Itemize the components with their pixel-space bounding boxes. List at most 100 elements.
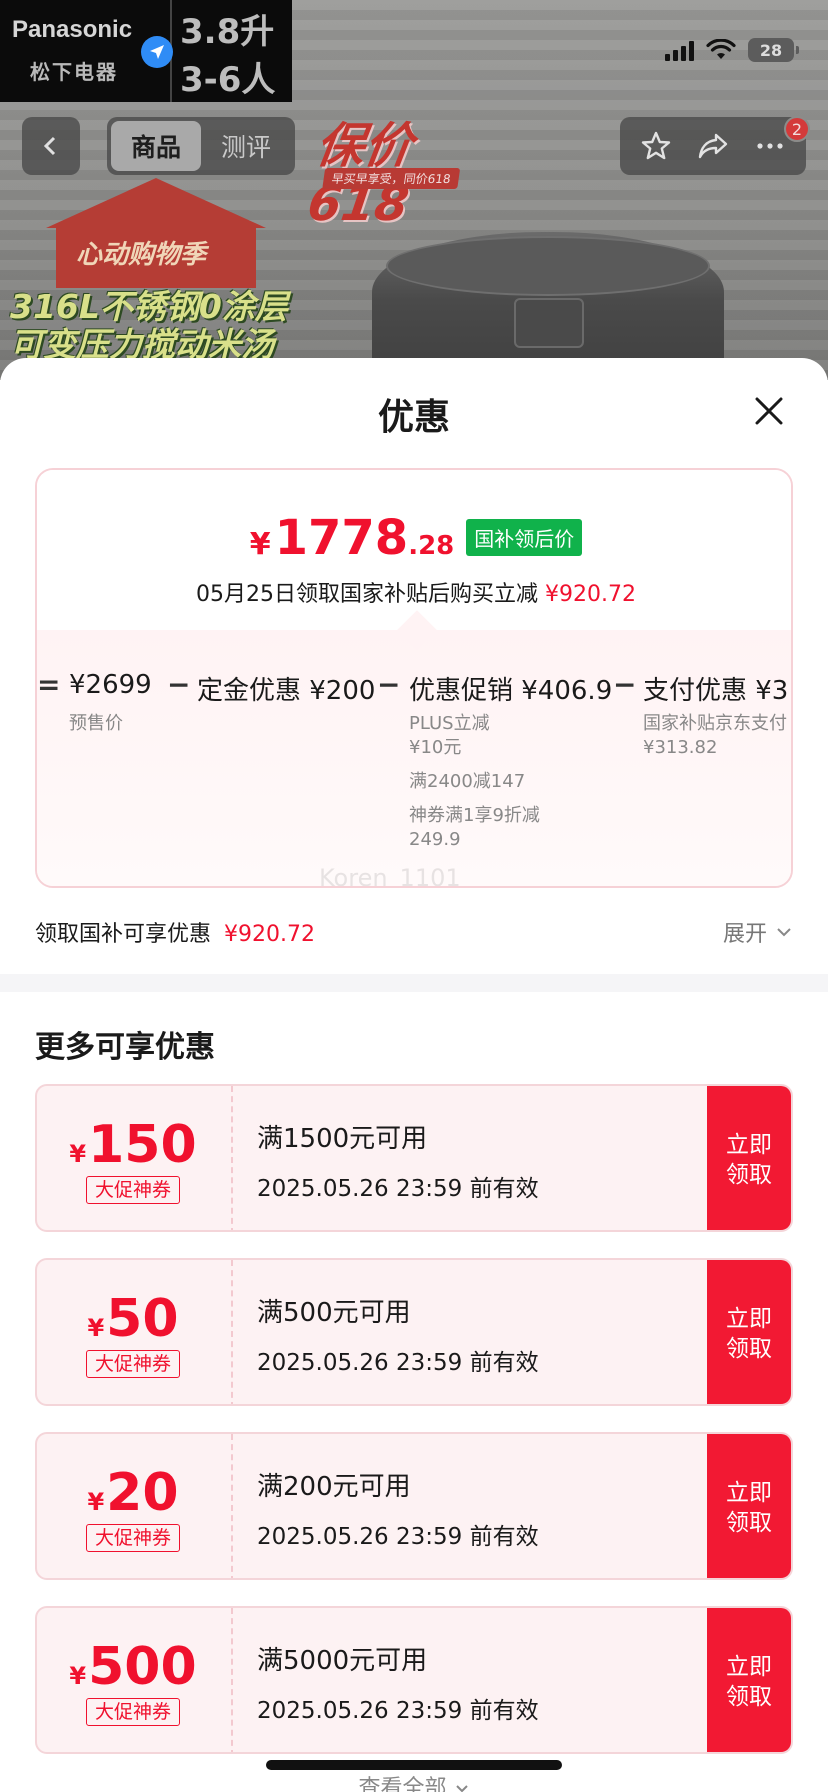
chevron-left-icon xyxy=(43,136,56,156)
back-button[interactable] xyxy=(22,117,80,175)
payment-detail: 国家补贴京东支付 xyxy=(643,713,787,734)
minus-sign: − xyxy=(613,668,637,701)
promotion-detail: 满2400减147 xyxy=(409,771,526,792)
promo-618-subtitle: 早买早享受，同价618 xyxy=(322,168,461,189)
coupon-currency: ¥ xyxy=(69,1140,87,1168)
section-separator xyxy=(0,974,828,992)
promo-618-logo: 保价618 早买早享受，同价618 xyxy=(292,104,512,232)
tab-review[interactable]: 测评 xyxy=(201,121,291,171)
coupon-divider xyxy=(231,1260,233,1404)
brand-name: Panasonic xyxy=(12,16,133,43)
promo-house-banner: 心动购物季 xyxy=(16,178,296,288)
promotion-detail: 神券满1享9折减 xyxy=(409,805,540,826)
watermark: Koren_1101 xyxy=(319,864,461,888)
product-tabs: 商品 测评 xyxy=(107,117,295,175)
coupon-condition: 满500元可用 xyxy=(257,1297,411,1328)
expand-button[interactable]: 展开 xyxy=(723,916,793,948)
coupon-divider xyxy=(231,1086,233,1230)
brand-cn-name: 松下电器 xyxy=(30,60,118,84)
coupon-divider xyxy=(231,1434,233,1578)
product-page-background: Panasonic 松下电器 3.8升 3-6人 28 商品 测评 保价618 … xyxy=(0,0,828,380)
final-price: ¥ 1778 .28 国补领后价 xyxy=(37,510,791,566)
coupon-type-tag: 大促神券 xyxy=(85,1350,180,1378)
coupon-details: 满5000元可用 2025.05.26 23:59 前有效 xyxy=(257,1608,539,1752)
coupon-type-tag: 大促神券 xyxy=(85,1176,180,1204)
capacity-label: 3.8升 xyxy=(180,12,275,52)
coupon-currency: ¥ xyxy=(87,1314,105,1342)
product-image-latch xyxy=(514,298,584,348)
coupon-card: ¥ 500 大促神券 满5000元可用 2025.05.26 23:59 前有效… xyxy=(35,1606,793,1754)
subsidy-note-amount: ¥920.72 xyxy=(545,582,636,607)
more-icon[interactable] xyxy=(753,129,787,163)
view-all-link[interactable]: 查看全部 xyxy=(0,1770,828,1792)
coupon-amount-value: 500 xyxy=(88,1637,197,1697)
claim-coupon-button[interactable]: 立即领取 xyxy=(707,1608,791,1752)
coupon-amount: ¥ 150 xyxy=(69,1116,196,1174)
people-label: 3-6人 xyxy=(180,60,276,100)
promotion-detail: 249.9 xyxy=(409,829,461,850)
coupon-card: ¥ 150 大促神券 满1500元可用 2025.05.26 23:59 前有效… xyxy=(35,1084,793,1232)
coupon-expiry: 2025.05.26 23:59 前有效 xyxy=(257,1349,539,1376)
tab-product[interactable]: 商品 xyxy=(111,121,201,171)
battery-indicator: 28 xyxy=(748,38,799,62)
coupon-amount-value: 20 xyxy=(106,1463,179,1523)
coupon-card: ¥ 20 大促神券 满200元可用 2025.05.26 23:59 前有效 立… xyxy=(35,1432,793,1580)
price-currency: ¥ xyxy=(249,527,271,562)
coupon-currency: ¥ xyxy=(69,1662,87,1690)
home-indicator[interactable] xyxy=(266,1760,562,1770)
equals-sign: = xyxy=(37,668,61,701)
subsidy-price-tag: 国补领后价 xyxy=(466,519,583,556)
view-all-label: 查看全部 xyxy=(358,1776,447,1792)
coupon-amount-value: 150 xyxy=(88,1115,197,1175)
coupon-currency: ¥ xyxy=(87,1488,105,1516)
status-bar-right: 28 xyxy=(665,38,799,62)
subsidy-total-row: 领取国补可享优惠 ¥920.72 展开 xyxy=(35,912,793,952)
coupon-expiry: 2025.05.26 23:59 前有效 xyxy=(257,1697,539,1724)
subsidy-total-label: 领取国补可享优惠 xyxy=(35,922,212,947)
coupon-value: ¥ 500 大促神券 xyxy=(37,1608,229,1752)
coupon-amount: ¥ 500 xyxy=(69,1638,196,1696)
minus-sign: − xyxy=(377,668,401,701)
coupon-details: 满200元可用 2025.05.26 23:59 前有效 xyxy=(257,1434,539,1578)
expand-label: 展开 xyxy=(722,922,767,947)
sheet-title: 优惠 xyxy=(377,397,450,438)
header-actions xyxy=(620,117,806,175)
coupon-expiry: 2025.05.26 23:59 前有效 xyxy=(257,1175,539,1202)
final-price-section: ¥ 1778 .28 国补领后价 05月25日领取国家补贴后购买立减 ¥920.… xyxy=(37,470,791,630)
house-banner-text: 心动购物季 xyxy=(76,240,207,270)
claim-coupon-button[interactable]: 立即领取 xyxy=(707,1434,791,1578)
deposit-discount: 定金优惠 ¥200 xyxy=(197,676,376,706)
claim-coupon-button[interactable]: 立即领取 xyxy=(707,1260,791,1404)
more-offers-title: 更多可享优惠 xyxy=(35,1030,215,1065)
coupon-details: 满1500元可用 2025.05.26 23:59 前有效 xyxy=(257,1086,539,1230)
cellular-signal-icon xyxy=(665,39,694,61)
chevron-down-icon xyxy=(455,1785,468,1792)
chevron-down-icon xyxy=(777,928,791,937)
message-count-badge: 2 xyxy=(784,116,810,142)
coupon-divider xyxy=(231,1608,233,1752)
coupon-expiry: 2025.05.26 23:59 前有效 xyxy=(257,1523,539,1550)
claim-coupon-button[interactable]: 立即领取 xyxy=(707,1086,791,1230)
price-integer: 1778 xyxy=(274,510,409,566)
presale-price: ¥2699 xyxy=(69,670,152,700)
coupon-type-tag: 大促神券 xyxy=(85,1698,180,1726)
star-icon[interactable] xyxy=(639,129,673,163)
price-breakdown-card: ¥ 1778 .28 国补领后价 05月25日领取国家补贴后购买立减 ¥920.… xyxy=(35,468,793,888)
coupon-amount: ¥ 50 xyxy=(87,1290,178,1348)
minus-sign: − xyxy=(167,668,191,701)
coupon-amount: ¥ 20 xyxy=(87,1464,178,1522)
coupon-amount-value: 50 xyxy=(106,1289,179,1349)
subsidy-note-text: 05月25日领取国家补贴后购买立减 xyxy=(196,582,538,607)
close-icon[interactable] xyxy=(748,390,790,432)
payment-detail: ¥313.82 xyxy=(643,737,718,758)
payment-discount: 支付优惠 ¥313.82 xyxy=(643,676,791,706)
subsidy-total: 领取国补可享优惠 ¥920.72 xyxy=(35,916,315,948)
coupon-condition: 满1500元可用 xyxy=(257,1123,428,1154)
wifi-icon xyxy=(706,39,736,59)
subsidy-note: 05月25日领取国家补贴后购买立减 ¥920.72 xyxy=(37,576,791,608)
share-icon[interactable] xyxy=(696,129,730,163)
location-arrow-icon xyxy=(141,36,173,68)
coupon-value: ¥ 50 大促神券 xyxy=(37,1260,229,1404)
promotion-detail: ¥10元 xyxy=(409,737,462,758)
coupon-type-tag: 大促神券 xyxy=(85,1524,180,1552)
